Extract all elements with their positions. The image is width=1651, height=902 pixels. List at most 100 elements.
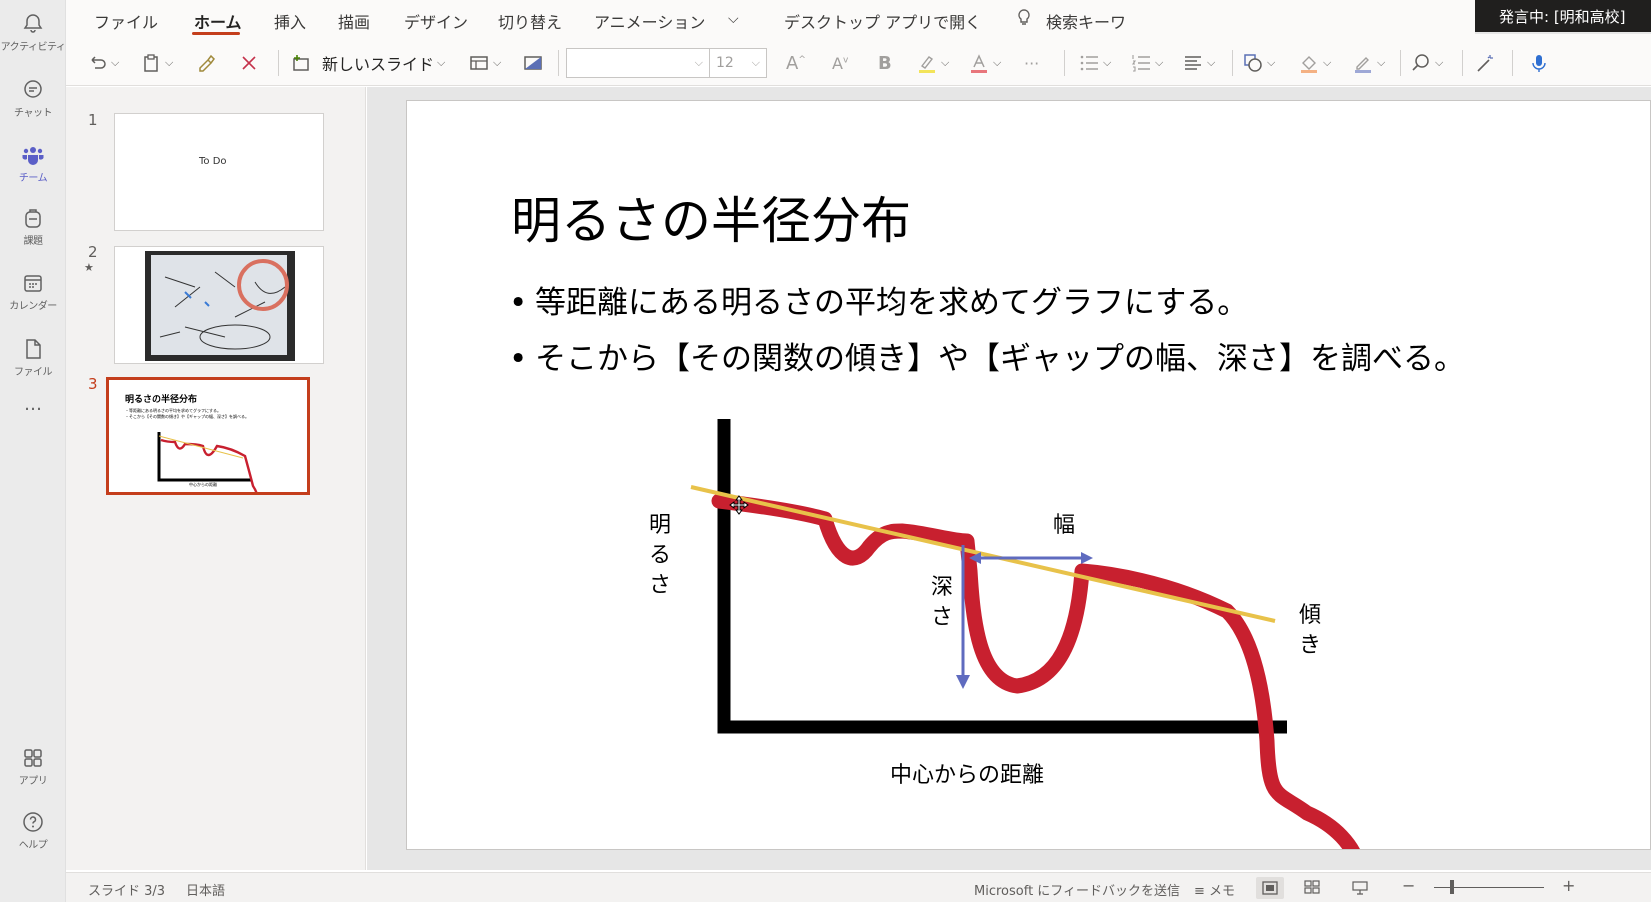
- rail-item-calendar[interactable]: カレンダー: [0, 263, 66, 325]
- brightness-curve: [711, 493, 1360, 849]
- normal-view-button[interactable]: [1256, 877, 1284, 899]
- numbering-button[interactable]: ⌵: [1130, 46, 1163, 80]
- shape-outline-button[interactable]: ⌵: [1352, 46, 1385, 80]
- layout-icon: [470, 56, 488, 70]
- rail-item-apps[interactable]: アプリ: [0, 738, 66, 800]
- chevron-down-icon: ⌵: [694, 56, 703, 69]
- paste-button[interactable]: ⌵: [140, 46, 173, 80]
- thumbnail-diagram: [157, 432, 258, 492]
- slope-label: 傾き: [1298, 603, 1321, 658]
- shapes-button[interactable]: ⌵: [1242, 46, 1275, 80]
- slideshow-button[interactable]: [1352, 880, 1368, 900]
- font-color-button[interactable]: ⌵: [968, 46, 1001, 80]
- speaking-banner: 発言中: [明和高校]: [1475, 0, 1651, 34]
- ribbon-toolbar: ⌵ ⌵ 新しいスライド ⌵ ⌵ ⌵ 12 ⌵ A^ Av B ⌵ ⌵ ··· ⌵…: [66, 40, 1651, 86]
- background-button[interactable]: [522, 46, 544, 80]
- rail-item-label: アプリ: [18, 776, 48, 787]
- tab-draw[interactable]: 描画: [338, 9, 370, 33]
- font-size-combo[interactable]: 12 ⌵: [709, 48, 767, 78]
- designer-button[interactable]: [1474, 46, 1496, 80]
- presentation-icon: [1352, 881, 1368, 895]
- new-slide-button[interactable]: 新しいスライド ⌵: [290, 46, 445, 80]
- backpack-icon: [25, 209, 41, 228]
- shrink-font-button[interactable]: Av: [832, 46, 848, 80]
- search-icon: [1412, 54, 1429, 71]
- bullets-button[interactable]: ⌵: [1078, 46, 1111, 80]
- current-slide[interactable]: 明るさの半径分布 • 等距離にある明るさの平均を求めてグラフにする。 • そこから【…: [406, 100, 1651, 850]
- align-button[interactable]: ⌵: [1182, 46, 1215, 80]
- shape-fill-button[interactable]: ⌵: [1298, 46, 1331, 80]
- rail-item-label: 課題: [23, 236, 44, 247]
- rail-item-teams[interactable]: チーム: [0, 135, 66, 197]
- slide-thumbnail-pane: 1 To Do 2 ★ 3 明るさの半径分布 ・等距離にある明るさの平均を求めて…: [66, 87, 366, 870]
- new-slide-label: 新しいスライド: [322, 55, 435, 74]
- slide-thumbnail-2[interactable]: [114, 246, 324, 364]
- font-color-icon: [971, 54, 987, 73]
- undo-icon: [91, 56, 106, 69]
- font-family-combo[interactable]: ⌵: [566, 48, 710, 78]
- more-icon: ···: [1024, 53, 1040, 73]
- thumbnail-xlabel: 中心からの距離: [189, 482, 217, 487]
- thumbnail-number: 3: [88, 375, 98, 393]
- format-painter-button[interactable]: [196, 46, 218, 80]
- layout-button[interactable]: ⌵: [468, 46, 501, 80]
- slide-thumbnail-3[interactable]: 明るさの半径分布 ・等距離にある明るさの平均を求めてグラフにする。 ・そこから【…: [106, 377, 310, 495]
- move-cursor-icon: [729, 495, 749, 515]
- undo-button[interactable]: ⌵: [86, 46, 119, 80]
- slide-counter: スライド 3/3: [88, 884, 166, 899]
- clipboard-icon: [144, 54, 158, 72]
- status-bar: スライド 3/3 日本語 Microsoft にフィードバックを送信 ≡ メモ …: [66, 872, 1651, 902]
- notes-icon: ≡: [1194, 884, 1210, 899]
- grow-font-button[interactable]: A^: [786, 46, 806, 80]
- bell-icon: [23, 14, 43, 33]
- feedback-link[interactable]: Microsoft にフィードバックを送信: [974, 880, 1180, 899]
- delete-button[interactable]: [238, 46, 260, 80]
- bold-button[interactable]: B: [878, 46, 892, 80]
- zoom-slider-thumb[interactable]: [1450, 880, 1454, 894]
- active-tab-indicator: [192, 32, 240, 35]
- rail-item-more[interactable]: …: [0, 392, 66, 454]
- chat-icon: [24, 80, 42, 98]
- highlight-button[interactable]: ⌵: [916, 46, 949, 80]
- tab-animations[interactable]: アニメーション: [594, 9, 705, 33]
- find-button[interactable]: ⌵: [1410, 46, 1443, 80]
- more-font-options-button[interactable]: ···: [1024, 46, 1039, 80]
- rail-item-label: ヘルプ: [18, 840, 48, 851]
- align-left-icon: [1185, 56, 1201, 70]
- zoom-in-button[interactable]: +: [1562, 876, 1575, 895]
- tab-insert[interactable]: 挿入: [274, 9, 306, 33]
- bold-icon: B: [878, 52, 892, 74]
- open-desktop-app-button[interactable]: デスクトップ アプリで開く: [784, 9, 981, 33]
- tab-file[interactable]: ファイル: [94, 9, 158, 33]
- language-indicator[interactable]: 日本語: [186, 880, 225, 899]
- tab-home[interactable]: ホーム: [194, 9, 242, 33]
- search-input[interactable]: 検索キーワ: [1046, 9, 1126, 33]
- tab-transitions[interactable]: 切り替え: [498, 9, 562, 33]
- rail-item-label: チャット: [14, 108, 52, 119]
- rail-item-files[interactable]: ファイル: [0, 329, 66, 391]
- bullet-list-icon: [1080, 55, 1098, 71]
- zoom-out-button[interactable]: −: [1402, 876, 1415, 895]
- rail-item-activity[interactable]: アクティビティ: [0, 4, 66, 66]
- rail-item-label: アクティビティ: [0, 42, 66, 53]
- more-tabs-chevron-icon[interactable]: ⌵: [728, 11, 739, 27]
- notes-button[interactable]: ≡ メモ: [1194, 880, 1235, 899]
- help-icon: [23, 812, 43, 832]
- tab-design[interactable]: デザイン: [404, 9, 468, 33]
- rail-item-chat[interactable]: チャット: [0, 70, 66, 132]
- dictate-button[interactable]: [1528, 46, 1550, 80]
- rail-item-label: カレンダー: [9, 301, 57, 312]
- rail-item-assignments[interactable]: 課題: [0, 198, 66, 260]
- teams-powerpoint-window: アクティビティ チャット チーム 課題 カレンダー ファイル … アプリ ヘルプ…: [0, 0, 1651, 902]
- shrink-font-icon: Av: [832, 53, 849, 73]
- slide-thumbnail-1[interactable]: To Do: [114, 113, 324, 231]
- notes-label: メモ: [1209, 884, 1236, 899]
- paint-bucket-icon: [1301, 56, 1317, 73]
- rail-item-help[interactable]: ヘルプ: [0, 802, 66, 864]
- trend-line: [690, 485, 1276, 623]
- toolbar-divider: [278, 50, 279, 76]
- numbered-list-icon: [1131, 55, 1150, 72]
- toolbar-divider: [1232, 50, 1233, 76]
- paintbrush-icon: [199, 54, 215, 72]
- slide-sorter-button[interactable]: [1304, 880, 1320, 898]
